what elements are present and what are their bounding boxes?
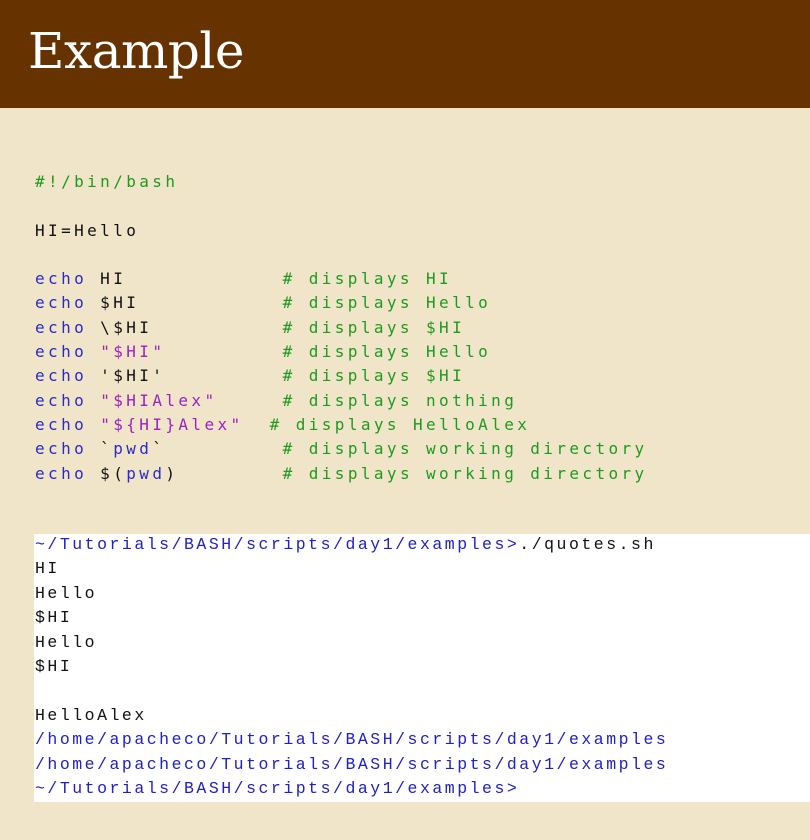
- slide-header: Example: [0, 0, 810, 108]
- script-line: echo $(pwd) # displays working directory: [35, 462, 648, 486]
- code-token-kw: echo: [35, 293, 88, 313]
- code-token-kw: echo: [35, 366, 88, 386]
- code-token-txt: $HI: [35, 609, 73, 629]
- terminal-line: $HI: [35, 607, 668, 631]
- script-line: [35, 194, 648, 218]
- code-token-kw: echo: [35, 390, 88, 410]
- code-token-cm: # displays Hello: [282, 293, 492, 313]
- code-token-pl: `: [152, 439, 283, 459]
- code-token-txt: Hello: [35, 584, 98, 604]
- slide-title: Example: [28, 22, 245, 80]
- script-line: echo '$HI' # displays $HI: [35, 364, 648, 388]
- script-line: #!/bin/bash: [35, 170, 648, 194]
- code-token-kw: pwd: [113, 439, 153, 459]
- terminal-line: HelloAlex: [35, 705, 668, 729]
- terminal-line: /home/apacheco/Tutorials/BASH/scripts/da…: [35, 729, 668, 753]
- code-token-st: "${HI}Alex": [100, 414, 244, 434]
- code-token-pl: HI=Hello: [35, 220, 140, 240]
- code-token-cm: # displays Hello: [282, 342, 492, 362]
- code-token-prompt: /home/apacheco/Tutorials/BASH/scripts/da…: [35, 731, 669, 751]
- code-token-kw: echo: [35, 463, 88, 483]
- code-token-kw: pwd: [126, 463, 166, 483]
- script-line: HI=Hello: [35, 219, 648, 243]
- code-token-pl: `: [87, 439, 114, 459]
- code-token-pl: $(: [87, 463, 127, 483]
- code-token-cm: # displays HelloAlex: [269, 414, 531, 434]
- code-token-kw: echo: [35, 269, 88, 289]
- script-line: echo `pwd` # displays working directory: [35, 437, 648, 461]
- code-token-kw: echo: [35, 439, 88, 459]
- code-token-txt: $HI: [35, 657, 73, 677]
- code-token-pl: \$HI: [87, 317, 283, 337]
- code-token-cm: # displays $HI: [282, 366, 466, 386]
- code-token-kw: echo: [35, 414, 88, 434]
- terminal-line: Hello: [35, 632, 668, 656]
- code-token-txt: HI: [35, 560, 60, 580]
- terminal-line: Hello: [35, 583, 668, 607]
- code-token-cm: # displays nothing: [282, 390, 518, 410]
- code-token-cm: # displays HI: [282, 269, 453, 289]
- terminal-output: ~/Tutorials/BASH/scripts/day1/examples>.…: [34, 534, 810, 802]
- terminal-line: $HI: [35, 656, 668, 680]
- script-line: [35, 243, 648, 267]
- code-token-pl: ): [165, 463, 283, 483]
- terminal-line: ~/Tutorials/BASH/scripts/day1/examples>.…: [35, 534, 668, 558]
- code-token-txt: HelloAlex: [35, 706, 147, 726]
- code-token-st: "$HIAlex": [100, 390, 218, 410]
- script-line: echo "$HI" # displays Hello: [35, 340, 648, 364]
- script-line: echo \$HI # displays $HI: [35, 316, 648, 340]
- code-token-cm: # displays working directory: [282, 463, 648, 483]
- script-line: echo "${HI}Alex" # displays HelloAlex: [35, 413, 648, 437]
- code-token-pl: '$HI': [87, 366, 283, 386]
- script-line: echo "$HIAlex" # displays nothing: [35, 389, 648, 413]
- code-token-kw: echo: [35, 317, 88, 337]
- script-line: echo $HI # displays Hello: [35, 291, 648, 315]
- code-token-cm: # displays $HI: [282, 317, 466, 337]
- terminal-line: HI: [35, 558, 668, 582]
- code-token-kw: echo: [35, 342, 88, 362]
- code-token-prompt: ~/Tutorials/BASH/scripts/day1/examples>: [35, 536, 520, 555]
- code-token-prompt: ~/Tutorials/BASH/scripts/day1/examples>: [35, 779, 520, 799]
- code-token-prompt: /home/apacheco/Tutorials/BASH/scripts/da…: [35, 755, 669, 775]
- code-token-cm: # displays working directory: [282, 439, 648, 459]
- terminal-line: /home/apacheco/Tutorials/BASH/scripts/da…: [35, 754, 668, 778]
- code-token-cm: #!/bin/bash: [35, 172, 179, 191]
- script-line: echo HI # displays HI: [35, 267, 648, 291]
- code-token-st: "$HI": [100, 342, 166, 362]
- code-token-pl: $HI: [87, 293, 283, 313]
- terminal-line: ~/Tutorials/BASH/scripts/day1/examples>: [35, 778, 668, 802]
- bash-script-listing: #!/bin/bash HI=Hello echo HI # displays HI…: [35, 170, 648, 486]
- code-token-pl: HI: [87, 269, 283, 289]
- code-token-txt: Hello: [35, 633, 98, 653]
- code-token-txt: ./quotes.sh: [519, 536, 656, 555]
